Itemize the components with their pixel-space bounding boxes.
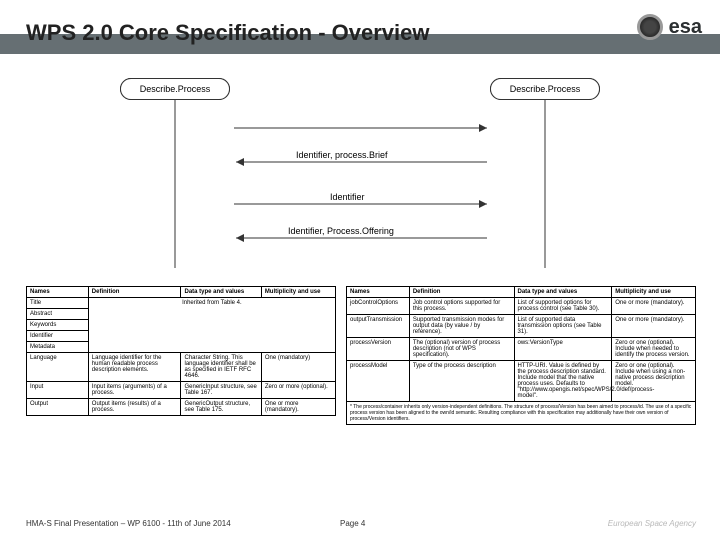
describe-left: Describe.Process (120, 78, 230, 100)
logo-text: esa (669, 16, 702, 39)
cell: Input items (arguments) of a process. (88, 382, 181, 399)
cell: One or more (mandatory). (612, 298, 696, 315)
th: Multiplicity and use (612, 287, 696, 298)
cell: jobControlOptions (347, 298, 410, 315)
cell: Language (27, 353, 89, 382)
esa-logo: esa (637, 14, 702, 40)
cell: List of supported data transmission opti… (514, 315, 612, 338)
cell-inherited: Inherited from Table 4. (88, 298, 335, 353)
th: Names (27, 287, 89, 298)
msg-identifier-processbrief: Identifier, process.Brief (296, 150, 388, 160)
tables-area: Names Definition Data type and values Mu… (26, 286, 696, 425)
logo-swirl-icon (637, 14, 663, 40)
cell: One or more (mandatory). (612, 315, 696, 338)
right-table: Names Definition Data type and values Mu… (346, 286, 696, 402)
cell: Zero or more (optional). (261, 382, 335, 399)
cell: Keywords (27, 320, 89, 331)
th: Data type and values (514, 287, 612, 298)
cell: GenericInput structure, see Table 167. (181, 382, 261, 399)
cell: ows:VersionType (514, 338, 612, 361)
diagram-lines (60, 78, 660, 278)
cell: Abstract (27, 309, 89, 320)
cell: Zero or one (optional). Include when nee… (612, 338, 696, 361)
cell: processVersion (347, 338, 410, 361)
cell: Type of the process description (409, 361, 514, 402)
cell: The (optional) version of process descri… (409, 338, 514, 361)
msg-identifier: Identifier (330, 192, 365, 202)
cell: Supported transmission modes for output … (409, 315, 514, 338)
cell: One or more (mandatory). (261, 399, 335, 416)
cell: Language identifier for the human readab… (88, 353, 181, 382)
th: Definition (409, 287, 514, 298)
cell: Job control options supported for this p… (409, 298, 514, 315)
cell: Title (27, 298, 89, 309)
left-table: Names Definition Data type and values Mu… (26, 286, 336, 416)
msg-identifier-processoffering: Identifier, Process.Offering (288, 226, 394, 236)
cell: List of supported options for process co… (514, 298, 612, 315)
cell: Output items (results) of a process. (88, 399, 181, 416)
cell: Metadata (27, 342, 89, 353)
table-footnote: * The process/container inherits only ve… (346, 402, 696, 425)
cell: Output (27, 399, 89, 416)
page-title: WPS 2.0 Core Specification - Overview (26, 20, 429, 46)
th: Names (347, 287, 410, 298)
footer-agency: European Space Agency (608, 519, 696, 528)
cell: processModel (347, 361, 410, 402)
sequence-diagram: WPS Client WPS Server Get.Capabilities G… (60, 78, 660, 278)
footer-page: Page 4 (340, 519, 365, 528)
cell: GenericOutput structure, see Table 175. (181, 399, 261, 416)
footer-left: HMA-S Final Presentation – WP 6100 - 11t… (26, 519, 231, 528)
th: Multiplicity and use (261, 287, 335, 298)
cell: One (mandatory) (261, 353, 335, 382)
cell: outputTransmission (347, 315, 410, 338)
th: Data type and values (181, 287, 261, 298)
cell: HTTP-URI. Value is defined by the proces… (514, 361, 612, 402)
cell: Character String. This language identifi… (181, 353, 261, 382)
th: Definition (88, 287, 181, 298)
cell: Identifier (27, 331, 89, 342)
cell: Zero or one (optional). Include when usi… (612, 361, 696, 402)
describe-right: Describe.Process (490, 78, 600, 100)
cell: Input (27, 382, 89, 399)
